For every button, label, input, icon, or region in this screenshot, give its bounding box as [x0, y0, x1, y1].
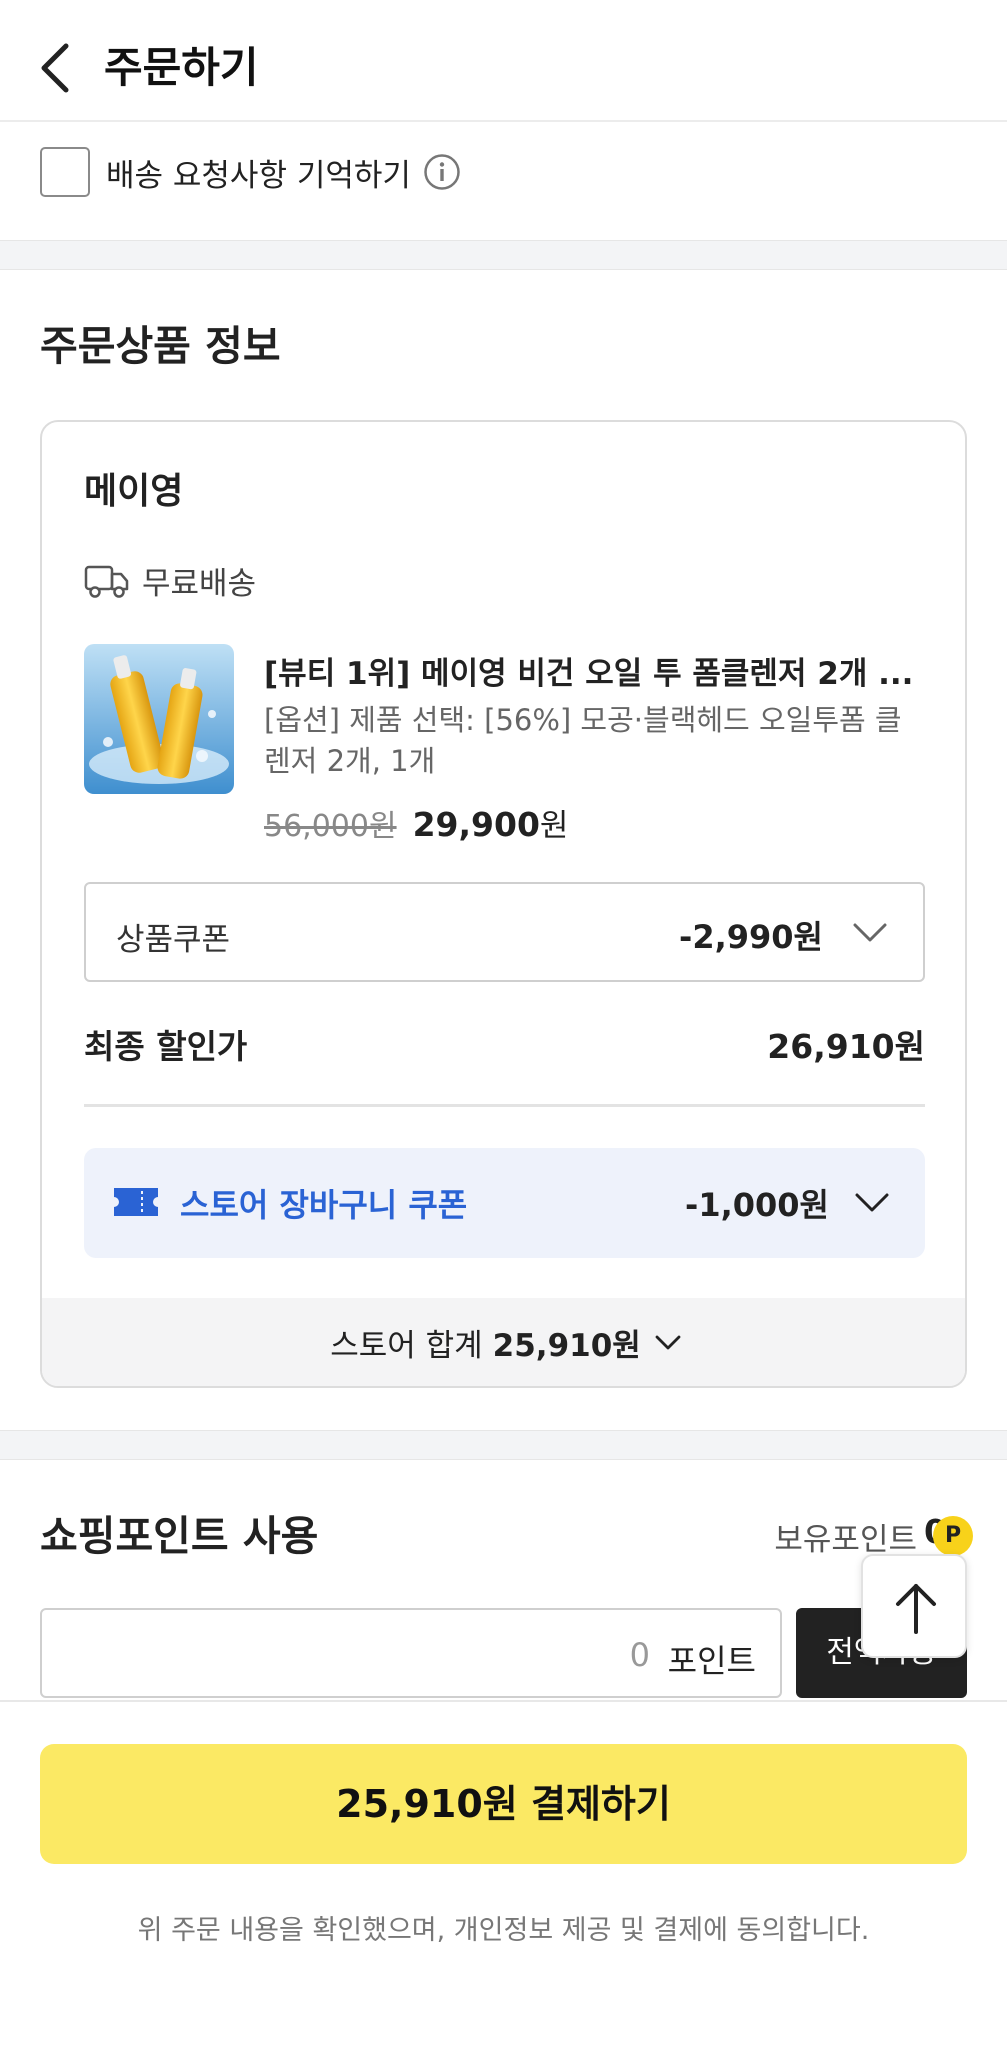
truck-icon: [84, 565, 129, 598]
basket-coupon-value: -1,000원: [685, 1186, 829, 1224]
page-title: 주문하기: [104, 43, 259, 92]
sale-price: 29,900: [412, 805, 540, 844]
product-coupon-value: -2,990원: [679, 918, 823, 956]
store-total-bar[interactable]: 스토어 합계 25,910원: [42, 1298, 965, 1386]
remember-delivery-request[interactable]: 배송 요청사항 기억하기: [40, 146, 461, 198]
product-name[interactable]: [뷰티 1위] 메이영 비건 오일 투 폼클렌저 2개 ...: [264, 648, 914, 693]
chevron-down-icon: [853, 923, 887, 942]
chevron-left-icon[interactable]: [34, 40, 78, 96]
points-input-value: 0: [629, 1636, 650, 1674]
points-input[interactable]: 0 포인트: [40, 1608, 782, 1698]
remember-label: 배송 요청사항 기억하기: [106, 157, 411, 194]
shipping-label: 무료배송: [142, 566, 257, 602]
product-image[interactable]: [84, 644, 234, 794]
order-section-title: 주문상품 정보: [40, 322, 281, 370]
chevron-down-icon: [855, 1193, 889, 1212]
final-price-label: 최종 할인가: [84, 1027, 248, 1066]
owned-points-label: 보유포인트: [774, 1522, 917, 1558]
points-section-title: 쇼핑포인트 사용: [40, 1512, 319, 1560]
sale-price-unit: 원: [539, 808, 569, 844]
section-divider: [0, 240, 1007, 270]
divider: [84, 1104, 925, 1107]
header: 주문하기: [0, 0, 1007, 122]
arrow-up-icon: [896, 1584, 936, 1634]
product-option: [옵션] 제품 선택: [56%] 모공·블랙헤드 오일투폼 클렌저 2개, 1…: [264, 703, 902, 778]
remember-checkbox[interactable]: [40, 147, 90, 197]
store-total-label: 스토어 합계: [330, 1328, 483, 1364]
basket-coupon-label: 스토어 장바구니 쿠폰: [180, 1186, 468, 1224]
product-coupon-label: 상품쿠폰: [116, 922, 231, 958]
product-coupon-select[interactable]: 상품쿠폰 -2,990원: [84, 882, 925, 982]
pay-button[interactable]: 25,910원 결제하기: [40, 1744, 967, 1864]
agreement-text: 위 주문 내용을 확인했으며, 개인정보 제공 및 결제에 동의합니다.: [137, 1915, 870, 1946]
original-price: 56,000원: [264, 809, 397, 844]
bottom-payment-bar: 25,910원 결제하기 위 주문 내용을 확인했으며, 개인정보 제공 및 결…: [0, 1700, 1007, 2048]
scroll-top-button[interactable]: [861, 1554, 967, 1658]
store-name[interactable]: 메이영: [84, 462, 183, 514]
shipping-info: 무료배송: [84, 558, 256, 603]
chevron-down-icon: [655, 1335, 681, 1349]
info-icon[interactable]: [423, 153, 461, 191]
section-divider: [0, 1430, 1007, 1460]
store-total-amount: 25,910원: [492, 1328, 641, 1364]
store-basket-coupon[interactable]: 스토어 장바구니 쿠폰 -1,000원: [84, 1148, 925, 1258]
final-price-value: 26,910원: [767, 1027, 925, 1066]
price-row: 56,000원 29,900 원: [264, 800, 568, 845]
points-input-unit: 포인트: [667, 1642, 756, 1680]
point-badge-icon: P: [933, 1516, 973, 1556]
coupon-ticket-icon: [114, 1188, 158, 1216]
store-card: 메이영 무료배송 [뷰티 1위] 메이영 비건 오일 투 폼클렌저 2개 ...…: [40, 420, 967, 1388]
